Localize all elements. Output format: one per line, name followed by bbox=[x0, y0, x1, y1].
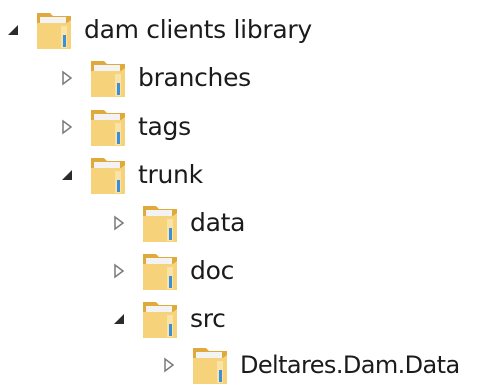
tree-item-branches[interactable]: branches bbox=[56, 54, 251, 102]
tree-item-src[interactable]: src bbox=[108, 295, 226, 343]
folder-icon bbox=[88, 154, 128, 196]
folder-icon bbox=[34, 9, 74, 51]
folder-icon bbox=[140, 298, 180, 340]
collapsed-triangle-icon[interactable] bbox=[158, 341, 180, 385]
folder-tree: dam clients library branches tags trunk … bbox=[0, 0, 499, 385]
tree-item-tags[interactable]: tags bbox=[56, 103, 191, 151]
collapsed-triangle-icon[interactable] bbox=[56, 54, 78, 102]
folder-icon bbox=[140, 202, 180, 244]
tree-item-label: dam clients library bbox=[84, 15, 312, 44]
tree-item-label: doc bbox=[190, 256, 235, 285]
collapsed-triangle-icon[interactable] bbox=[108, 247, 130, 295]
expanded-triangle-icon[interactable] bbox=[56, 151, 78, 199]
tree-item-deltares-dam-data[interactable]: Deltares.Dam.Data bbox=[158, 341, 460, 385]
expanded-triangle-icon[interactable] bbox=[108, 295, 130, 343]
tree-item-label: branches bbox=[138, 63, 251, 92]
tree-item-doc[interactable]: doc bbox=[108, 247, 234, 295]
tree-item-label: tags bbox=[138, 112, 191, 141]
folder-icon bbox=[140, 250, 180, 292]
collapsed-triangle-icon[interactable] bbox=[56, 103, 78, 151]
tree-item-dam-clients-library[interactable]: dam clients library bbox=[2, 6, 312, 54]
tree-item-trunk[interactable]: trunk bbox=[56, 151, 203, 199]
folder-icon bbox=[88, 57, 128, 99]
collapsed-triangle-icon[interactable] bbox=[108, 199, 130, 247]
tree-item-label: Deltares.Dam.Data bbox=[240, 351, 460, 379]
folder-icon bbox=[190, 344, 230, 385]
folder-icon bbox=[88, 106, 128, 148]
tree-item-label: data bbox=[190, 208, 246, 237]
expanded-triangle-icon[interactable] bbox=[2, 6, 24, 54]
tree-item-label: trunk bbox=[138, 160, 203, 189]
tree-item-label: src bbox=[190, 304, 226, 333]
tree-item-data[interactable]: data bbox=[108, 199, 245, 247]
